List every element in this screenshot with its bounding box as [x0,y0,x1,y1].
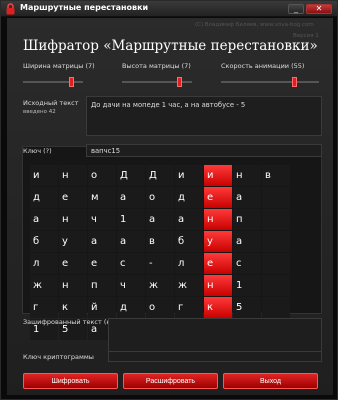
matrix-cell: ч [117,275,145,296]
matrix-cell: у [59,231,87,252]
matrix-cell: о [146,297,174,318]
matrix-cell: й [88,297,116,318]
slider-thumb[interactable] [292,77,297,87]
cipher-key-label: Ключ криптограммы [23,353,94,361]
matrix-width-slider[interactable] [23,77,83,87]
matrix-cell: Д [146,165,174,186]
matrix-cell: с [117,253,145,274]
matrix-cell: л [30,253,58,274]
matrix-cell: к [204,297,232,318]
matrix-cell: п [233,209,261,230]
matrix-cell: д [30,187,58,208]
permutation-matrix: иноДДиинвдемаодеаанч1аанпбуаавбуалеес-ле… [30,165,290,340]
matrix-cell: м [88,187,116,208]
minimize-button[interactable]: _ [288,4,304,14]
matrix-cell: о [88,165,116,186]
matrix-cell: ж [175,275,203,296]
encrypt-button[interactable]: Шифровать [23,373,118,389]
matrix-cell: л [175,253,203,274]
matrix-cell: у [204,231,232,252]
matrix-cell: п [88,275,116,296]
matrix-height-slider[interactable] [122,77,192,87]
matrix-cell: а [233,231,261,252]
slider-thumb[interactable] [177,77,182,87]
decrypt-button[interactable]: Расшифровать [123,373,218,389]
matrix-cell: ч [88,209,116,230]
matrix-cell: к [59,297,87,318]
slider-track [221,81,319,83]
matrix-cell: б [30,231,58,252]
animation-speed-slider[interactable] [221,77,319,87]
matrix-cell: Д [117,165,145,186]
matrix-cell: г [30,297,58,318]
exit-button[interactable]: Выход [223,373,318,389]
matrix-cell: е [204,253,232,274]
matrix-cell [262,275,290,296]
matrix-cell: 1 [233,275,261,296]
matrix-cell: д [175,187,203,208]
matrix-cell: н [59,165,87,186]
slider-track [23,81,83,83]
matrix-cell: с [233,253,261,274]
matrix-cell: н [204,275,232,296]
matrix-cell: и [30,165,58,186]
matrix-cell: е [59,253,87,274]
animation-speed-label: Скорость анимации (55) [221,62,305,70]
main-panel: (С) Владимир Беляев, www.vova-bog.com Ве… [7,18,333,395]
key-label: Ключ (?) [23,147,52,155]
matrix-cell: г [175,297,203,318]
source-text-label: Исходный текст [23,99,79,107]
matrix-cell: и [204,165,232,186]
matrix-cell [262,297,290,318]
matrix-cell: е [204,187,232,208]
app-window: Маршрутные перестановки _ ✕ (С) Владимир… [0,0,338,400]
matrix-cell [262,231,290,252]
matrix-cell: а [233,187,261,208]
copyright-text: (С) Владимир Беляев, www.vova-bog.com [195,22,314,28]
matrix-cell: д [117,297,145,318]
matrix-cell: 1 [117,209,145,230]
matrix-cell [262,209,290,230]
matrix-cell: н [59,275,87,296]
matrix-cell: о [146,187,174,208]
lock-icon [6,3,15,15]
matrix-cell [262,187,290,208]
key-input[interactable]: вапчс15 [86,144,322,157]
title-bar: Маршрутные перестановки _ ✕ [1,1,337,17]
close-button[interactable]: ✕ [306,4,332,14]
matrix-cell: а [30,209,58,230]
matrix-cell: а [88,231,116,252]
matrix-cell: а [117,231,145,252]
source-text-input[interactable]: До дачи на мопеде 1 час, а на автобусе -… [86,96,322,136]
matrix-cell: н [204,209,232,230]
matrix-cell: в [146,231,174,252]
matrix-cell: и [175,165,203,186]
source-text-count: введено 42 [23,109,56,115]
matrix-width-label: Ширина матрицы (7) [23,62,95,70]
slider-thumb[interactable] [69,77,74,87]
matrix-cell: н [233,165,261,186]
matrix-cell: в [262,165,290,186]
matrix-cell: е [59,187,87,208]
matrix-cell: - [146,253,174,274]
matrix-cell [262,253,290,274]
matrix-height-label: Высота матрицы (7) [122,62,191,70]
matrix-cell: 5 [233,297,261,318]
matrix-cell: а [175,209,203,230]
matrix-cell: н [59,209,87,230]
matrix-cell: а [146,209,174,230]
cipher-key-output[interactable] [108,351,322,362]
page-title: Шифратор «Маршрутные перестановки» [23,38,318,54]
matrix-cell: ж [146,275,174,296]
matrix-cell: а [117,187,145,208]
matrix-cell: б [175,231,203,252]
window-title: Маршрутные перестановки [20,3,149,12]
matrix-cell: ж [30,275,58,296]
matrix-cell: е [88,253,116,274]
